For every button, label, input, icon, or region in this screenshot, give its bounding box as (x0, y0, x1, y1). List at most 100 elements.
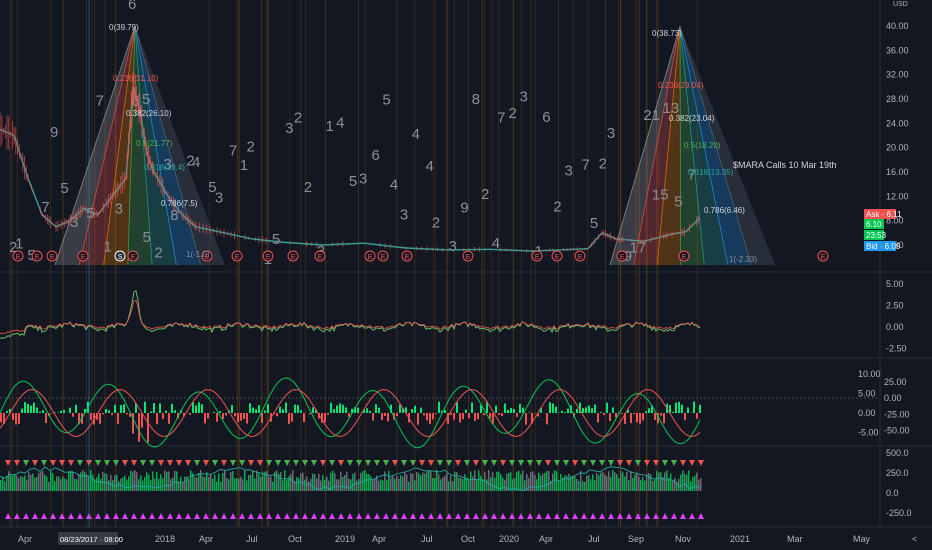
elliott-label: 3 (565, 162, 573, 179)
toolbar-collapse-icon[interactable]: < (912, 534, 917, 544)
time-tick: Apr (372, 534, 386, 544)
indicator3-bar (256, 470, 258, 491)
indicator3-bar (16, 475, 18, 491)
time-tick: Oct (288, 534, 303, 544)
chart-window[interactable]: 2157953571365238245371215322314536543442… (0, 0, 932, 550)
fib-label-left: 1(-1.0) (186, 250, 210, 259)
indicator3-bar (614, 472, 616, 491)
indicator3-bar (248, 475, 250, 491)
marker-letter: E (291, 254, 296, 261)
indicator3-bar (648, 473, 650, 491)
elliott-label: 2 (154, 244, 162, 261)
histogram-bar (375, 404, 377, 413)
indicator1-tick: -2.50 (886, 344, 907, 354)
indicator3-bar (212, 478, 214, 491)
histogram-bar (333, 409, 335, 413)
indicator3-bar (82, 470, 84, 491)
histogram-bar (27, 403, 29, 413)
indicator3-bar (658, 472, 660, 491)
indicator3-bar (240, 476, 242, 491)
histogram-bar (6, 411, 8, 413)
indicator3-bar (546, 470, 548, 491)
indicator3-bar (644, 480, 646, 491)
indicator3-bar (110, 474, 112, 491)
indicator3-bar (540, 475, 542, 491)
indicator3-bar (12, 475, 14, 491)
indicator3-bar (480, 475, 482, 491)
elliott-label: 3 (607, 125, 615, 142)
indicator3-bar (504, 479, 506, 491)
histogram-bar (258, 405, 260, 413)
indicator3-bar (378, 480, 380, 491)
time-tick: Apr (539, 534, 553, 544)
elliott-label: 3 (359, 171, 367, 188)
indicator3-bar (318, 473, 320, 491)
chart-annotation[interactable]: $MARA Calls 10 Mar 19th (733, 160, 837, 170)
indicator3-bar (302, 472, 304, 491)
indicator2-tick-right: -25.00 (884, 409, 910, 419)
indicator3-bar (646, 474, 648, 491)
histogram-bar (0, 413, 2, 423)
marker-letter: E (555, 254, 560, 261)
histogram-bar (171, 403, 173, 413)
indicator3-bar (142, 480, 144, 491)
indicator3-bar (232, 471, 234, 491)
marker-letter: E (682, 254, 687, 261)
indicator3-bar (338, 479, 340, 491)
indicator3-bar (446, 473, 448, 491)
indicator3-bar (220, 481, 222, 491)
indicator3-bar (124, 475, 126, 491)
histogram-bar (474, 413, 476, 421)
indicator3-bar (414, 479, 416, 491)
price-tick: 16.00 (886, 167, 909, 177)
elliott-label: 2 (553, 198, 561, 215)
histogram-bar (138, 413, 140, 442)
indicator3-bar (26, 480, 28, 491)
indicator2-tick-left: 5.00 (858, 389, 876, 399)
indicator3-bar (24, 475, 26, 491)
histogram-bar (603, 413, 605, 416)
indicator3-bar (450, 475, 452, 491)
indicator3-bar (696, 472, 698, 491)
indicator3-bar (412, 473, 414, 491)
histogram-bar (681, 404, 683, 413)
currency-label: USD (893, 1, 908, 8)
histogram-bar (591, 408, 593, 413)
indicator3-bar (224, 470, 226, 491)
indicator3-bar (558, 480, 560, 491)
indicator3-bar (694, 475, 696, 491)
price-tag-label: Bid · 6.09 (866, 242, 901, 251)
indicator3-bar (34, 477, 36, 491)
indicator3-bar (492, 472, 494, 491)
histogram-bar (174, 410, 176, 413)
histogram-bar (39, 411, 41, 413)
histogram-bar (483, 413, 485, 416)
histogram-bar (207, 413, 209, 419)
indicator3-bar (86, 474, 88, 491)
elliott-label: 4 (425, 158, 433, 175)
indicator3-bar (620, 470, 622, 491)
histogram-bar (411, 408, 413, 413)
histogram-bar (504, 403, 506, 413)
histogram-bar (102, 413, 104, 415)
indicator3-bar (262, 472, 264, 491)
price-tick: 24.00 (886, 118, 909, 128)
indicator3-bar (700, 478, 702, 491)
histogram-bar (33, 402, 35, 413)
fib-label-right: 0.382(23.04) (669, 114, 715, 123)
fib-label-right: 0.786(6.46) (704, 206, 745, 215)
indicator3-bar (442, 477, 444, 491)
chart-canvas[interactable]: 2157953571365238245371215322314536543442… (0, 0, 932, 550)
histogram-bar (498, 413, 500, 415)
marker-letter: E (620, 254, 625, 261)
histogram-bar (606, 402, 608, 413)
histogram-bar (432, 413, 434, 420)
indicator3-bar (70, 470, 72, 491)
marker-letter: E (131, 254, 136, 261)
indicator3-bar (216, 481, 218, 491)
histogram-bar (327, 413, 329, 415)
elliott-label: 4 (192, 154, 200, 171)
indicator3-bar (642, 477, 644, 491)
indicator3-tick: 250.0 (886, 468, 909, 478)
indicator3-bar (472, 476, 474, 491)
